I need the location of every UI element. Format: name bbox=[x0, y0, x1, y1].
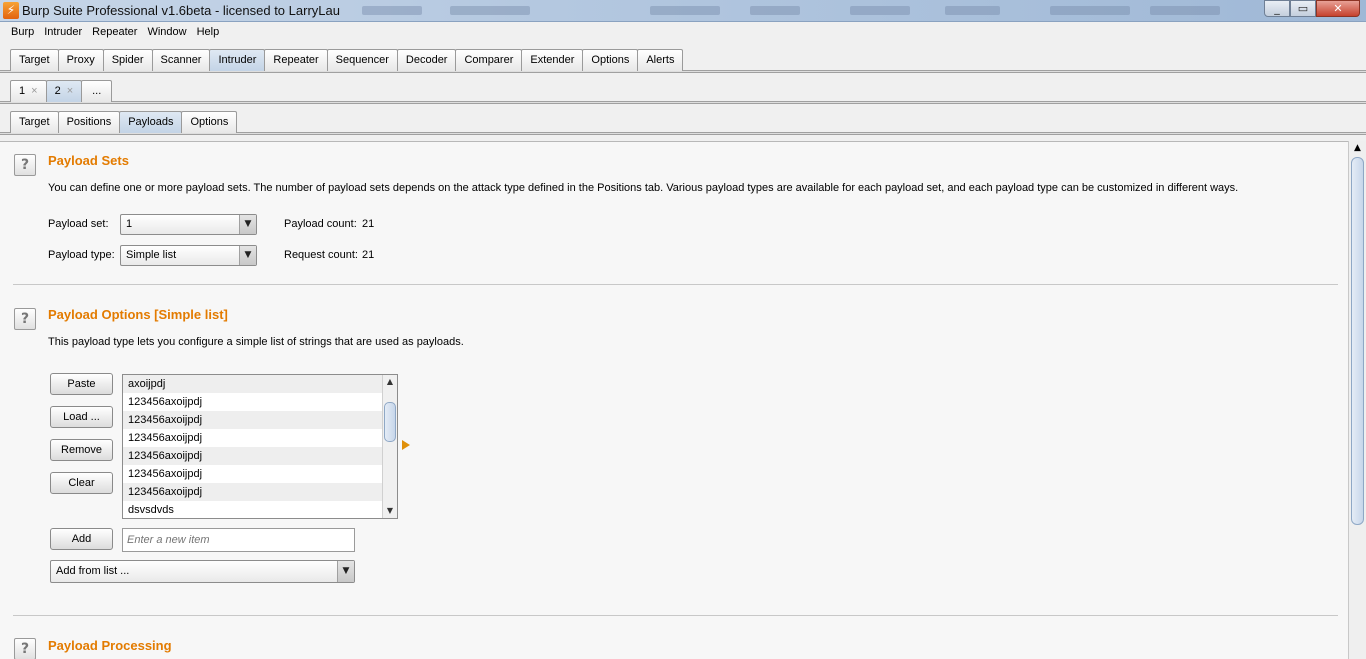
payload-set-select[interactable]: 1 ▼ bbox=[120, 214, 257, 235]
subtab-payloads[interactable]: Payloads bbox=[119, 111, 183, 133]
list-item[interactable]: 123456axoijpdj bbox=[123, 483, 382, 501]
scroll-thumb[interactable] bbox=[384, 402, 396, 442]
payload-type-value: Simple list bbox=[126, 249, 177, 261]
attack-tab-label: 2 bbox=[54, 85, 61, 97]
taskbar-blur bbox=[1150, 6, 1220, 15]
menu-repeater[interactable]: Repeater bbox=[87, 24, 142, 42]
section-divider bbox=[13, 284, 1338, 285]
list-item[interactable]: 123456axoijpdj bbox=[123, 393, 382, 411]
taskbar-blur bbox=[945, 6, 1000, 15]
new-item-input-wrapper bbox=[122, 528, 355, 552]
subtab-target[interactable]: Target bbox=[10, 111, 59, 133]
section-divider bbox=[13, 615, 1338, 616]
tab-extender[interactable]: Extender bbox=[521, 49, 584, 71]
request-count-value: 21 bbox=[362, 249, 375, 261]
tab-options[interactable]: Options bbox=[582, 49, 639, 71]
request-count-label: Request count: bbox=[284, 249, 358, 261]
chevron-down-icon: ▼ bbox=[239, 246, 256, 265]
payload-type-select[interactable]: Simple list ▼ bbox=[120, 245, 257, 266]
attack-tab-1[interactable]: 1 × bbox=[10, 80, 47, 102]
main-scrollbar[interactable]: ▲ bbox=[1348, 141, 1366, 659]
window-title: Burp Suite Professional v1.6beta - licen… bbox=[22, 3, 340, 18]
load-button[interactable]: Load ... bbox=[50, 406, 113, 428]
tab-sequencer[interactable]: Sequencer bbox=[326, 49, 398, 71]
payloads-panel: ? Payload Sets You can define one or mor… bbox=[0, 141, 1348, 659]
add-from-list-value: Add from list ... bbox=[56, 565, 130, 577]
taskbar-blur bbox=[750, 6, 800, 15]
close-tab-icon[interactable]: × bbox=[31, 85, 37, 97]
list-item[interactable]: 123456axoijpdj bbox=[123, 447, 382, 465]
help-icon[interactable]: ? bbox=[14, 638, 36, 659]
payload-options-title: Payload Options [Simple list] bbox=[48, 307, 228, 322]
close-button[interactable]: ✕ bbox=[1316, 0, 1360, 17]
attack-tab-2[interactable]: 2 × bbox=[45, 80, 83, 102]
close-tab-icon[interactable]: × bbox=[67, 85, 73, 97]
payload-options-description: This payload type lets you configure a s… bbox=[48, 336, 464, 348]
tab-intruder[interactable]: Intruder bbox=[209, 49, 266, 71]
chevron-down-icon: ▼ bbox=[239, 215, 256, 234]
help-icon[interactable]: ? bbox=[14, 308, 36, 330]
payload-sets-title: Payload Sets bbox=[48, 153, 129, 168]
payload-count-label: Payload count: bbox=[284, 218, 357, 230]
menu-window[interactable]: Window bbox=[142, 24, 191, 42]
payload-sets-description: You can define one or more payload sets.… bbox=[48, 182, 1239, 194]
main-tab-bar: Target Proxy Spider Scanner Intruder Rep… bbox=[0, 49, 1366, 73]
tab-underline bbox=[0, 101, 1366, 104]
payload-count-value: 21 bbox=[362, 218, 375, 230]
taskbar-blur bbox=[362, 6, 422, 15]
list-item[interactable]: 123456axoijpdj bbox=[123, 411, 382, 429]
list-item[interactable]: dsvsdvds bbox=[123, 501, 382, 518]
taskbar-blur bbox=[850, 6, 910, 15]
scroll-up-icon[interactable]: ▲ bbox=[1349, 141, 1366, 155]
taskbar-blur bbox=[450, 6, 530, 15]
paste-button[interactable]: Paste bbox=[50, 373, 113, 395]
tab-decoder[interactable]: Decoder bbox=[396, 49, 457, 71]
tab-spider[interactable]: Spider bbox=[102, 49, 153, 71]
list-item[interactable]: 123456axoijpdj bbox=[123, 429, 382, 447]
chevron-down-icon: ▼ bbox=[337, 561, 354, 582]
payload-processing-title: Payload Processing bbox=[48, 638, 172, 653]
tab-comparer[interactable]: Comparer bbox=[455, 49, 523, 71]
tab-proxy[interactable]: Proxy bbox=[57, 49, 104, 71]
scroll-down-icon[interactable]: ▼ bbox=[383, 504, 397, 518]
list-scrollbar[interactable]: ▲ ▼ bbox=[382, 375, 397, 518]
menu-intruder[interactable]: Intruder bbox=[39, 24, 87, 42]
attack-tab-bar: 1 × 2 × ... bbox=[0, 80, 1366, 104]
tab-alerts[interactable]: Alerts bbox=[637, 49, 684, 71]
clear-button[interactable]: Clear bbox=[50, 472, 113, 494]
add-from-list-select[interactable]: Add from list ... ▼ bbox=[50, 560, 355, 583]
tab-repeater[interactable]: Repeater bbox=[264, 49, 328, 71]
subtab-options[interactable]: Options bbox=[181, 111, 238, 133]
list-item[interactable]: 123456axoijpdj bbox=[123, 465, 382, 483]
tab-scanner[interactable]: Scanner bbox=[151, 49, 211, 71]
window-title-bar: ⚡ Burp Suite Professional v1.6beta - lic… bbox=[0, 0, 1366, 22]
taskbar-blur bbox=[650, 6, 720, 15]
add-button[interactable]: Add bbox=[50, 528, 113, 550]
maximize-button[interactable]: ▭ bbox=[1290, 0, 1316, 17]
minimize-button[interactable]: _ bbox=[1264, 0, 1290, 17]
payload-list[interactable]: axoijpdj 123456axoijpdj 123456axoijpdj 1… bbox=[122, 374, 398, 519]
tab-target[interactable]: Target bbox=[10, 49, 59, 71]
expand-arrow-icon[interactable] bbox=[402, 440, 410, 450]
help-icon[interactable]: ? bbox=[14, 154, 36, 176]
payload-set-value: 1 bbox=[126, 218, 133, 230]
payload-set-label: Payload set: bbox=[48, 218, 109, 230]
menu-help[interactable]: Help bbox=[192, 24, 225, 42]
new-attack-tab[interactable]: ... bbox=[81, 80, 113, 102]
burp-lightning-icon: ⚡ bbox=[3, 2, 19, 19]
intruder-sub-tab-bar: Target Positions Payloads Options bbox=[0, 111, 1366, 135]
taskbar-blur bbox=[1050, 6, 1130, 15]
menu-bar: Burp Intruder Repeater Window Help bbox=[0, 24, 1366, 42]
scroll-up-icon[interactable]: ▲ bbox=[383, 375, 397, 389]
subtab-positions[interactable]: Positions bbox=[57, 111, 121, 133]
payload-type-label: Payload type: bbox=[48, 249, 115, 261]
menu-burp[interactable]: Burp bbox=[6, 24, 39, 42]
remove-button[interactable]: Remove bbox=[50, 439, 113, 461]
scroll-thumb[interactable] bbox=[1351, 157, 1364, 525]
attack-tab-label: 1 bbox=[19, 85, 26, 97]
list-item[interactable]: axoijpdj bbox=[123, 375, 382, 393]
new-item-input[interactable] bbox=[123, 529, 354, 551]
